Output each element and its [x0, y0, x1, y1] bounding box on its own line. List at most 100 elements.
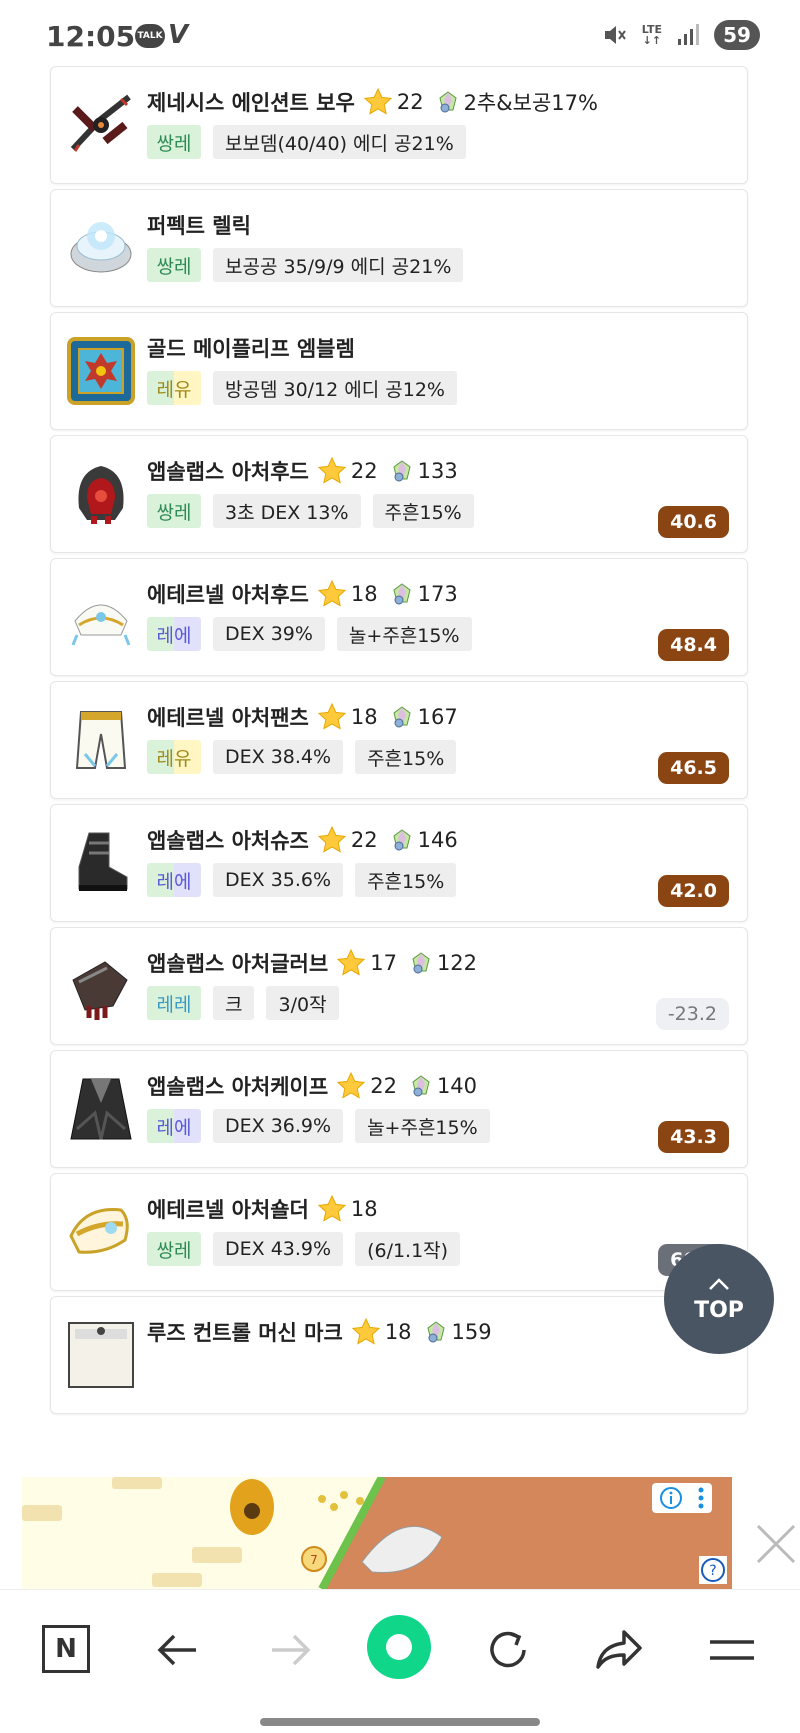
pants-icon	[65, 704, 137, 776]
potential-stone-icon	[426, 1321, 445, 1343]
item-name: 앱솔랩스 아처후드	[147, 460, 309, 484]
item-card[interactable]: 루즈 컨트롤 머신 마크 18 159	[50, 1296, 748, 1414]
star-icon	[317, 1194, 347, 1222]
star-force-value: 18	[350, 1197, 378, 1221]
share-icon[interactable]	[590, 1620, 650, 1680]
item-name-row: 에테르넬 아처팬츠 18 167	[147, 702, 458, 732]
lte-icon: LTE ↓↑	[641, 23, 662, 47]
additional-stat-value: 167	[417, 705, 458, 729]
battery-icon: 59	[714, 20, 760, 50]
item-card[interactable]: 골드 메이플리프 엠블렘 레유 방공뎀 30/12 에디 공12%	[50, 312, 748, 430]
more-vertical-icon[interactable]	[697, 1486, 705, 1510]
lte-label: LTE	[641, 23, 662, 36]
potential-grade-label: 쌍레	[156, 501, 192, 524]
item-card[interactable]: 앱솔랩스 아처케이프 22 140 레에 DEX 36.9% 놀+주흔15% 43.3	[50, 1050, 748, 1168]
option-tag: 주흔15%	[355, 863, 457, 897]
potential-stone-icon	[412, 952, 430, 974]
potential-grade-badge: 레에	[147, 863, 201, 897]
potential-grade-label: 쌍레	[156, 1239, 192, 1262]
option-tag: DEX 35.6%	[213, 863, 344, 897]
score-badge: 48.4	[658, 629, 729, 661]
star-icon	[317, 702, 347, 730]
star-icon	[351, 1317, 380, 1345]
potential-grade-badge: 레에	[147, 1109, 201, 1143]
item-tags: 쌍레 보보뎀(40/40) 에디 공21%	[147, 125, 466, 159]
star-force-value: 22	[350, 459, 378, 483]
additional-stat-value: 173	[417, 582, 458, 606]
ad-close-icon[interactable]	[752, 1520, 800, 1568]
option-tag: 놀+주흔15%	[336, 617, 472, 651]
hood-icon	[65, 458, 137, 530]
item-name: 앱솔랩스 아처글러브	[147, 952, 329, 976]
ad-banner[interactable]: 7 ?	[22, 1477, 732, 1589]
back-arrow-icon[interactable]	[148, 1620, 208, 1680]
forward-arrow-icon[interactable]	[260, 1620, 320, 1680]
option-tag: DEX 43.9%	[213, 1232, 344, 1266]
scroll-top-label: TOP	[694, 1297, 744, 1323]
item-card[interactable]: 앱솔랩스 아처글러브 17 122 레레 크 3/0작 -23.2	[50, 927, 748, 1045]
option-tag: 주흔15%	[372, 494, 474, 528]
emblem-icon	[65, 335, 137, 407]
item-tags: 레에 DEX 35.6% 주흔15%	[147, 863, 457, 897]
svg-text:?: ?	[709, 1563, 716, 1579]
eternal-hood-icon	[65, 581, 137, 653]
help-icon[interactable]: ?	[698, 1555, 728, 1585]
item-card[interactable]: 앱솔랩스 아처슈즈 22 146 레에 DEX 35.6% 주흔15% 42.0	[50, 804, 748, 922]
chevron-up-icon	[709, 1277, 729, 1290]
star-icon	[363, 87, 392, 115]
star-force-value: 22	[350, 828, 378, 852]
potential-stone-icon	[438, 91, 457, 113]
item-card[interactable]: 에테르넬 아처숄더18쌍레DEX 43.9%(6/1.1작)60.5	[50, 1173, 748, 1291]
star-icon	[337, 1071, 366, 1099]
naver-home-button[interactable]: N	[42, 1625, 90, 1673]
star-icon	[317, 579, 347, 607]
ad-timer: 7	[310, 1553, 318, 1567]
item-name: 에테르넬 아처숄더	[147, 1198, 309, 1222]
additional-stat-value: 140	[436, 1074, 478, 1098]
menu-icon[interactable]	[702, 1620, 762, 1680]
option-tag: 3/0작	[266, 986, 339, 1020]
option-tag: DEX 39%	[213, 617, 325, 651]
potential-grade-label: 쌍레	[156, 255, 192, 278]
refresh-icon[interactable]	[478, 1620, 538, 1680]
scroll-top-button[interactable]: TOP	[664, 1244, 774, 1354]
potential-stone-icon	[393, 829, 411, 851]
item-card[interactable]: 에테르넬 아처후드 18 173 레에 DEX 39% 놀+주흔15% 48.4	[50, 558, 748, 676]
item-name-row: 퍼펙트 렐릭	[147, 210, 251, 240]
status-bar: 12:05 TALK V LTE ↓↑ 59	[0, 0, 800, 66]
item-tags: 쌍레 DEX 43.9% (6/1.1작)	[147, 1232, 461, 1266]
glove-icon	[65, 950, 137, 1022]
cape-icon	[65, 1073, 137, 1145]
item-name: 에테르넬 아처후드	[147, 583, 309, 607]
item-tags: 레에 DEX 39% 놀+주흔15%	[147, 617, 472, 651]
item-name-row: 앱솔랩스 아처글러브 17 122	[147, 948, 477, 978]
potential-grade-label: 레에	[156, 870, 192, 893]
potential-grade-badge: 쌍레	[147, 248, 201, 282]
item-card[interactable]: 앱솔랩스 아처후드 22 133 쌍레 3초 DEX 13% 주흔15% 40.6	[50, 435, 748, 553]
option-tag: 보보뎀(40/40) 에디 공21%	[213, 125, 466, 159]
item-name: 제네시스 에인션트 보우	[147, 91, 355, 115]
additional-stat-value: 159	[451, 1320, 492, 1344]
item-card[interactable]: 에테르넬 아처팬츠 18 167 레유 DEX 38.4% 주흔15% 46.5	[50, 681, 748, 799]
shoulder-icon	[65, 1196, 137, 1268]
green-dot-icon[interactable]	[366, 1614, 432, 1680]
item-card[interactable]: 제네시스 에인션트 보우 22 2추&보공17% 쌍레 보보뎀(40/40) 에디 공2…	[50, 66, 748, 184]
potential-stone-icon	[393, 706, 411, 728]
item-card[interactable]: 퍼펙트 렐릭쌍레 보공공 35/9/9 에디 공21%	[50, 189, 748, 307]
system-icons: LTE ↓↑ 59	[602, 20, 760, 50]
ad-artwork: 7	[22, 1477, 732, 1589]
item-name-row: 에테르넬 아처후드 18 173	[147, 579, 458, 609]
star-icon	[317, 456, 347, 484]
option-tag: 보공공 35/9/9 에디 공21%	[213, 248, 464, 282]
item-name-row: 앱솔랩스 아처케이프 22 140	[147, 1071, 477, 1101]
info-icon[interactable]	[659, 1486, 683, 1510]
potential-stone-icon	[393, 583, 411, 605]
potential-grade-badge: 쌍레	[147, 125, 201, 159]
option-tag: (6/1.1작)	[355, 1232, 461, 1266]
genesis-bow-icon	[65, 89, 137, 161]
mute-icon	[604, 26, 626, 44]
score-badge: -23.2	[655, 998, 729, 1030]
potential-grade-badge: 레유	[147, 740, 201, 774]
potential-grade-label: 레에	[156, 624, 192, 647]
clock: 12:05	[46, 20, 136, 53]
